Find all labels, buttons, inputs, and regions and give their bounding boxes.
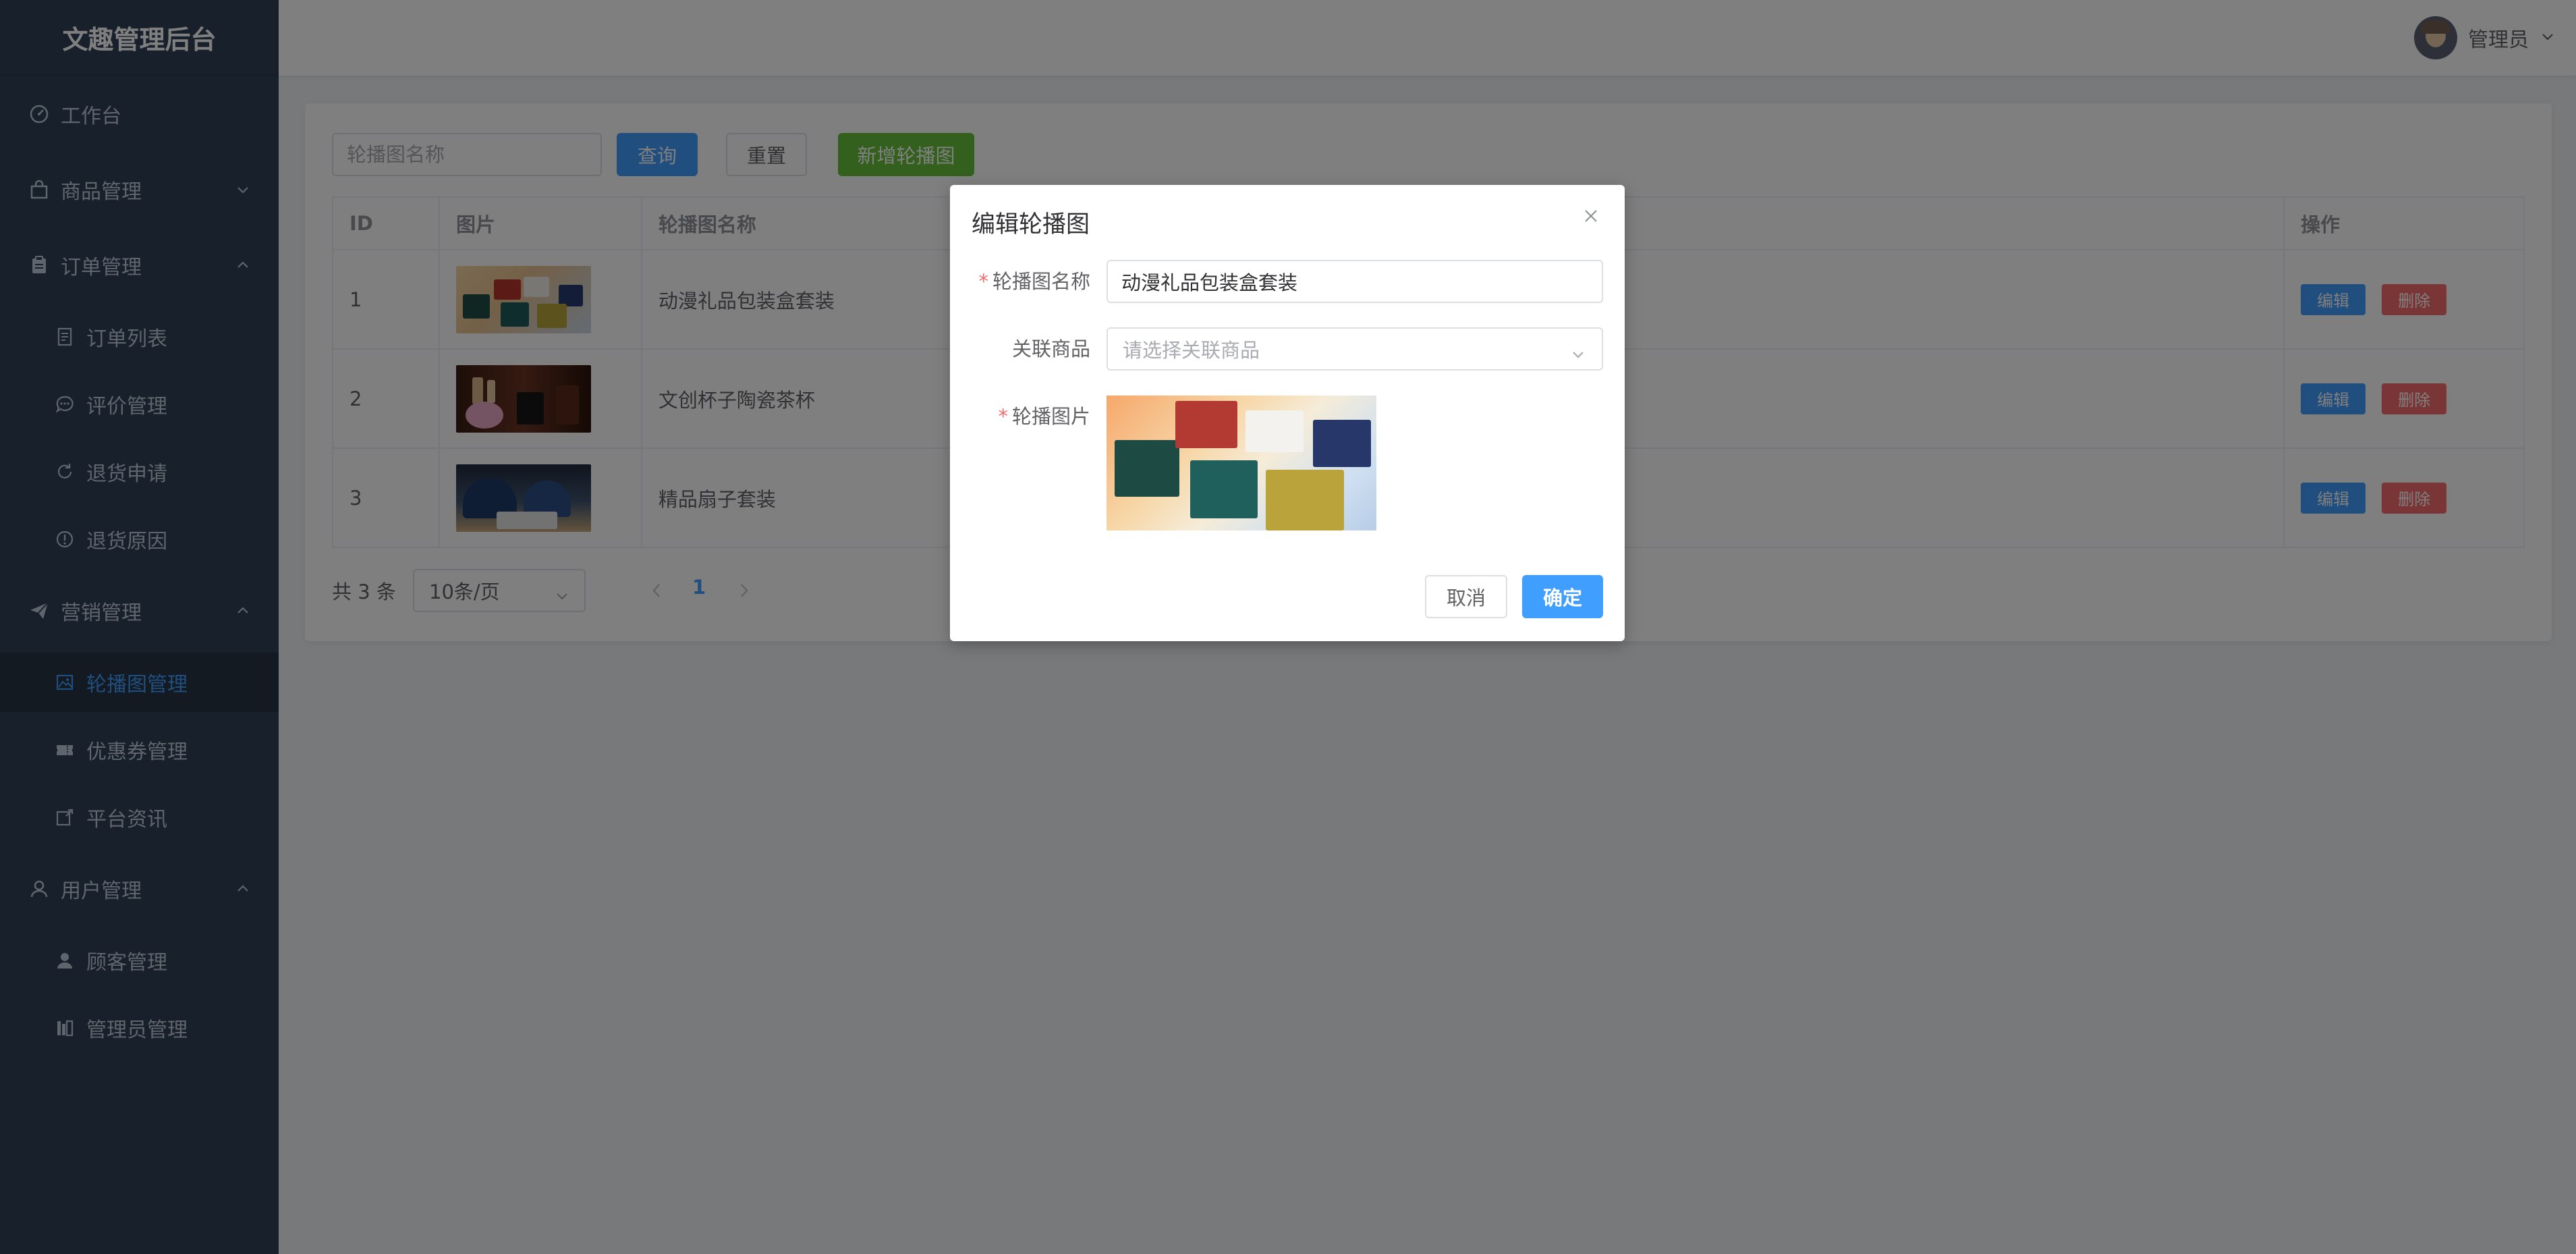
banner-image-preview[interactable] [1107, 396, 1376, 530]
close-icon[interactable] [1580, 205, 1602, 227]
edit-banner-dialog: 编辑轮播图 *轮播图名称 关联商品 请选择关联商品 *轮播图片 取消 确定 [950, 185, 1625, 641]
confirm-button[interactable]: 确定 [1522, 575, 1603, 618]
dialog-title: 编辑轮播图 [972, 211, 1090, 238]
form-label-name: * 轮播图名称 [978, 270, 1090, 293]
form-label-product: 关联商品 [1011, 337, 1090, 360]
select-placeholder: 请选择关联商品 [1123, 339, 1260, 362]
chevron-down-icon [1571, 344, 1586, 366]
form-label-image: * 轮播图片 [998, 405, 1090, 428]
banner-name-input[interactable] [1107, 260, 1603, 303]
cancel-button[interactable]: 取消 [1425, 575, 1507, 618]
related-product-select[interactable]: 请选择关联商品 [1107, 327, 1603, 371]
